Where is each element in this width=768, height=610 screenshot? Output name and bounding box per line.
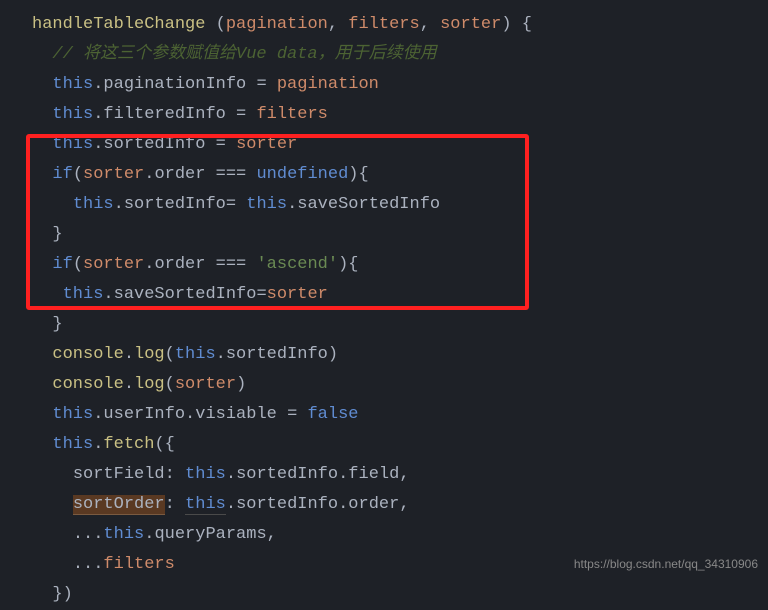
code-line: this.userInfo.visiable = false — [32, 400, 768, 430]
code-line: console.log(this.sortedInfo) — [32, 340, 768, 370]
code-line: if(sorter.order === 'ascend'){ — [32, 250, 768, 280]
code-line: handleTableChange (pagination, filters, … — [32, 10, 768, 40]
watermark-text: https://blog.csdn.net/qq_34310906 — [574, 549, 758, 579]
code-line: ...this.queryParams, — [32, 520, 768, 550]
code-line: sortOrder: this.sortedInfo.order, — [32, 490, 768, 520]
code-line: this.paginationInfo = pagination — [32, 70, 768, 100]
code-line: sortField: this.sortedInfo.field, — [32, 460, 768, 490]
code-line: this.fetch({ — [32, 430, 768, 460]
code-line: // 将这三个参数赋值给Vue data，用于后续使用 — [32, 40, 768, 70]
code-line: } — [32, 220, 768, 250]
code-editor[interactable]: handleTableChange (pagination, filters, … — [0, 0, 768, 610]
code-line: console.log(sorter) — [32, 370, 768, 400]
code-line: } — [32, 310, 768, 340]
code-line: if(sorter.order === undefined){ — [32, 160, 768, 190]
code-line: this.sortedInfo= this.saveSortedInfo — [32, 190, 768, 220]
code-line: this.saveSortedInfo=sorter — [32, 280, 768, 310]
code-line: this.sortedInfo = sorter — [32, 130, 768, 160]
code-line: this.filteredInfo = filters — [32, 100, 768, 130]
